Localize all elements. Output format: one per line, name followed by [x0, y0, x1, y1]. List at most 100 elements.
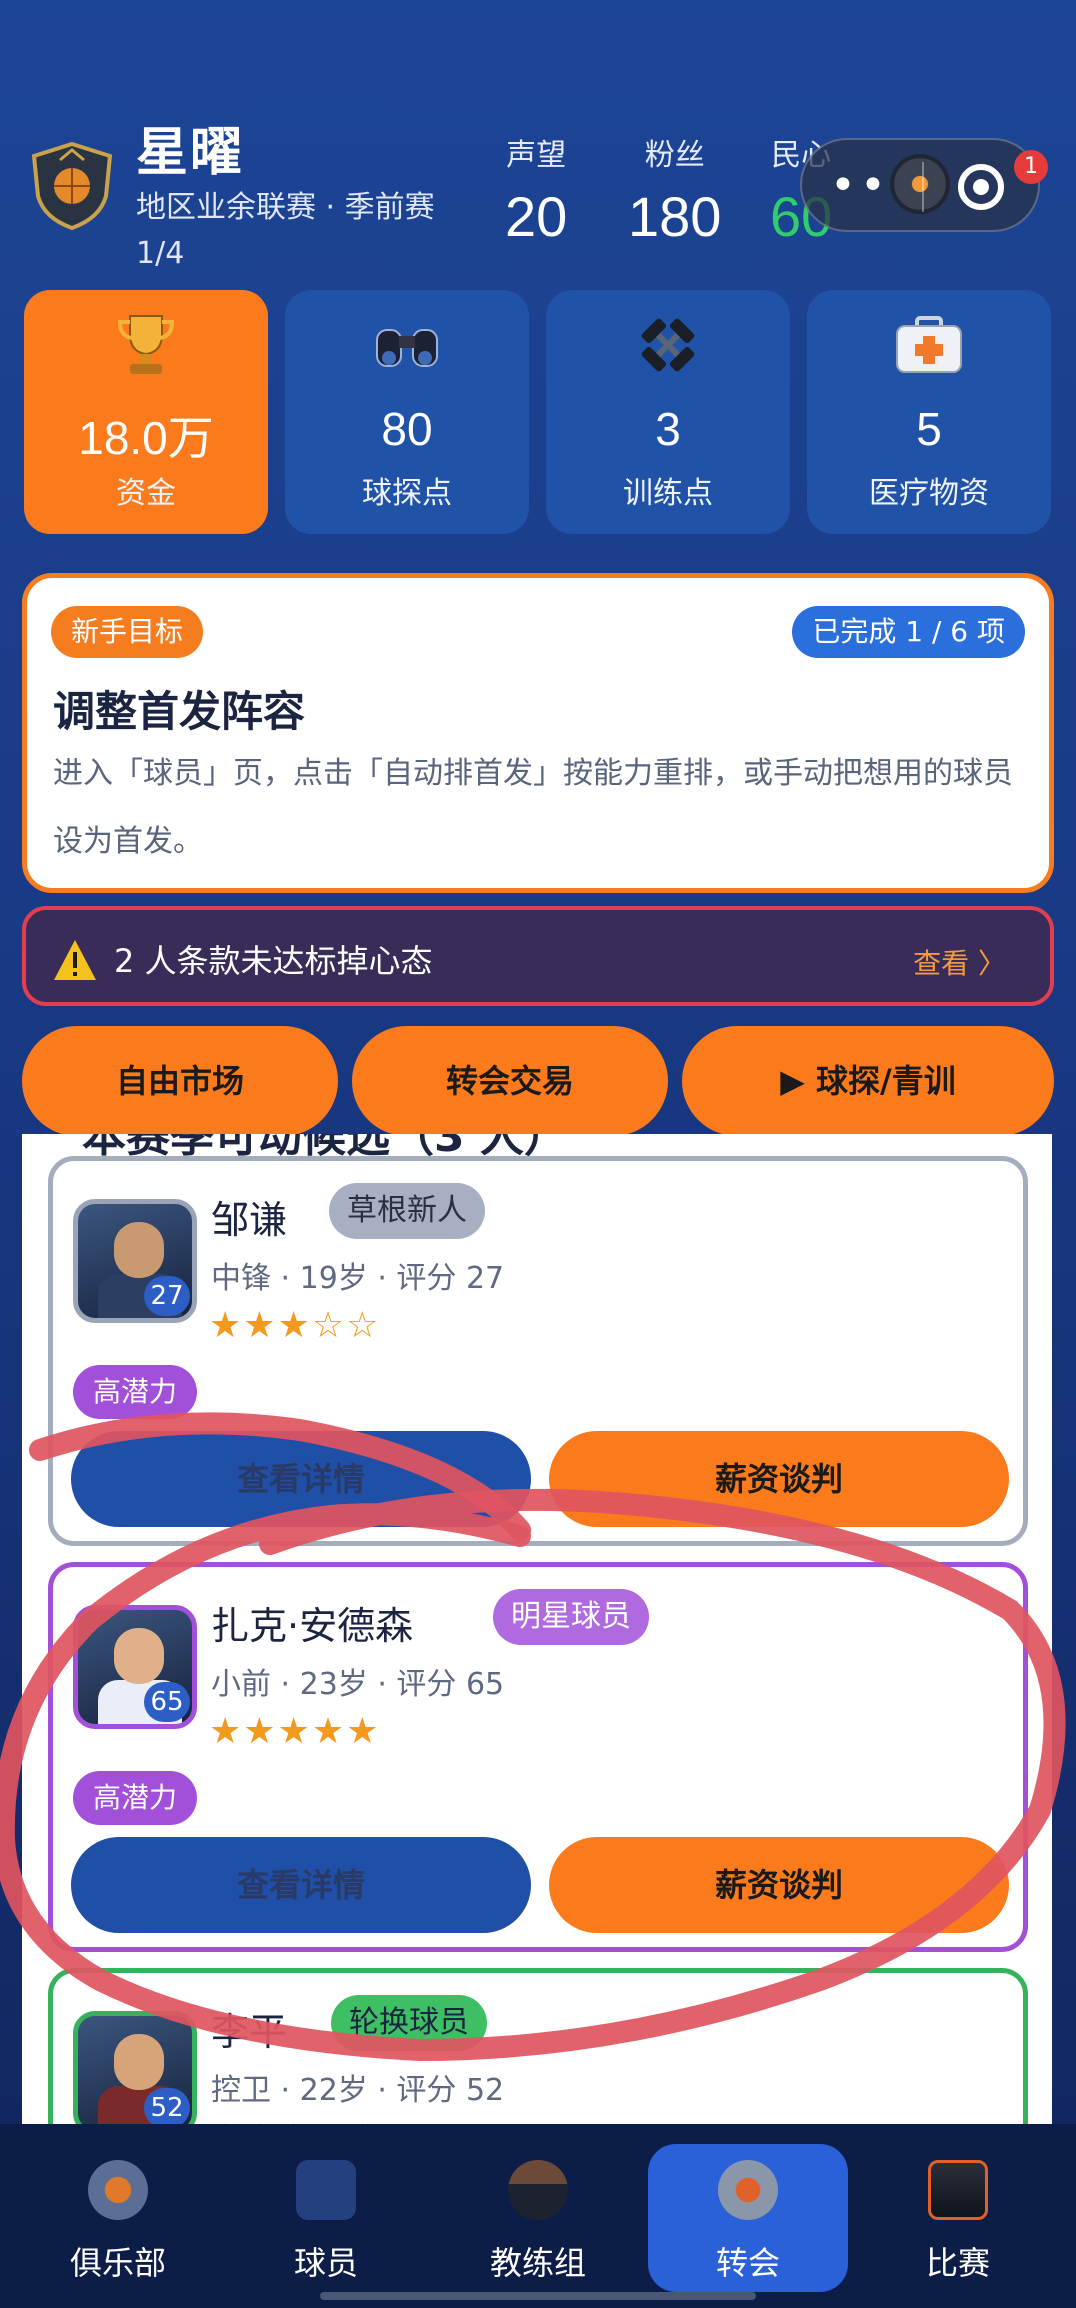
resource-value: 5	[916, 403, 942, 455]
resource-cards: 18.0万 资金 80 球探点 3 训练点 5 医疗物资	[24, 290, 1052, 534]
player-meta: 控卫 · 22岁 · 评分 52	[211, 2065, 504, 2109]
meta-separator: ·	[271, 1667, 300, 1702]
goal-title: 调整首发阵容	[53, 687, 306, 736]
team-name: 星曜	[136, 123, 245, 183]
goal-tag: 新手目标	[51, 606, 204, 658]
resource-label: 训练点	[623, 476, 713, 511]
medkit-icon	[896, 316, 962, 373]
salary-negotiation-button[interactable]: 薪资谈判	[549, 1837, 1009, 1933]
potential-tag: 高潜力	[73, 1365, 198, 1419]
resource-label: 资金	[116, 476, 176, 511]
team-shield-icon	[31, 141, 113, 230]
resource-value: 80	[381, 403, 433, 455]
nav-label: 教练组	[489, 2244, 586, 2282]
stat-value: 20	[505, 185, 568, 248]
notification-badge: 1	[1014, 150, 1048, 184]
candidate-list[interactable]: 本赛季可动候选（3 人） 27 邹谦 草根新人 中锋 · 19岁 · 评分 27…	[22, 1134, 1052, 2124]
newbie-goal-card[interactable]: 新手目标 已完成 1 / 6 项 调整首发阵容 进入「球员」页，点击「自动排首发…	[22, 573, 1054, 893]
nav-match[interactable]: 比赛	[858, 2144, 1058, 2292]
season-round: 1/4	[136, 236, 185, 271]
capsule-divider	[922, 162, 924, 212]
meta-separator: ·	[367, 1261, 397, 1296]
dumbbell-icon	[641, 318, 695, 372]
warning-view-link[interactable]: 查看 〉	[913, 942, 1006, 982]
potential-tag: 高潜力	[73, 1771, 198, 1825]
player-position: 控卫	[211, 2073, 271, 2108]
close-miniprogram-icon[interactable]	[958, 164, 1004, 210]
meta-separator: ·	[271, 2073, 300, 2108]
player-name: 邹谦	[211, 1198, 288, 1242]
player-stars: ★★★★★	[209, 1711, 381, 1752]
binoculars-icon	[376, 329, 438, 367]
home-indicator[interactable]	[320, 2292, 756, 2300]
resource-value: 3	[655, 403, 681, 455]
nav-label: 球员	[293, 2244, 358, 2282]
resource-label: 医疗物资	[869, 476, 989, 511]
tab-transfer-trade[interactable]: 转会交易	[352, 1026, 668, 1136]
settings-gear-icon[interactable]	[890, 154, 950, 214]
stat-reputation: 声望 20	[505, 130, 567, 249]
club-icon	[88, 2160, 148, 2220]
player-rating: 评分 27	[396, 1261, 505, 1296]
resource-scout-points[interactable]: 80 球探点	[285, 290, 529, 534]
resource-training-points[interactable]: 3 训练点	[546, 290, 790, 534]
player-meta: 中锋 · 19岁 · 评分 27	[211, 1253, 504, 1297]
view-details-button[interactable]: 查看详情	[71, 1837, 531, 1933]
resource-funds[interactable]: 18.0万 资金	[24, 290, 268, 534]
meta-separator: ·	[367, 2073, 397, 2108]
nav-label: 比赛	[925, 2244, 990, 2282]
player-meta: 小前 · 23岁 · 评分 65	[211, 1659, 504, 1703]
view-details-button[interactable]: 查看详情	[71, 1431, 531, 1527]
nav-club[interactable]: 俱乐部	[18, 2144, 218, 2292]
player-avatar: 65	[73, 1605, 197, 1729]
player-card[interactable]: 65 扎克·安德森 明星球员 小前 · 23岁 · 评分 65 ★★★★★ 高潜…	[48, 1562, 1028, 1952]
player-name: 李平	[211, 2010, 288, 2054]
player-rating-badge: 65	[144, 1682, 190, 1722]
nav-transfer[interactable]: 转会	[648, 2144, 848, 2292]
nav-coaches[interactable]: 教练组	[438, 2144, 638, 2292]
tab-scout-youth[interactable]: ▶ 球探/青训	[682, 1026, 1054, 1136]
player-rating-badge: 27	[144, 1276, 190, 1316]
player-avatar: 52	[73, 2011, 197, 2124]
league-info: 地区业余联赛 · 季前赛 1/4	[136, 185, 476, 277]
contract-warning-bar[interactable]: 2 人条款未达标掉心态 查看 〉	[22, 906, 1054, 1006]
nav-players[interactable]: 球员	[226, 2144, 426, 2292]
stat-label: 粉丝	[644, 138, 705, 173]
warning-icon	[54, 940, 96, 980]
player-avatar: 27	[73, 1199, 197, 1323]
goal-progress-badge: 已完成 1 / 6 项	[792, 606, 1025, 658]
player-rank-badge: 轮换球员	[331, 1995, 487, 2051]
trophy-icon	[117, 315, 175, 374]
nav-label: 转会	[715, 2244, 780, 2282]
player-stars: ★★★☆☆	[209, 1305, 381, 1346]
player-age: 19岁	[299, 1261, 368, 1296]
bottom-navigation: 俱乐部 球员 教练组 转会 比赛	[0, 2124, 1076, 2308]
team-header: 星曜 地区业余联赛 · 季前赛 1/4 声望 20 粉丝 180 民心 60 •…	[0, 0, 1076, 280]
stat-label: 声望	[506, 138, 567, 173]
salary-negotiation-button[interactable]: 薪资谈判	[549, 1431, 1009, 1527]
meta-separator: ·	[271, 1261, 300, 1296]
player-card[interactable]: 27 邹谦 草根新人 中锋 · 19岁 · 评分 27 ★★★☆☆ 高潜力 查看…	[48, 1156, 1028, 1546]
resource-medical[interactable]: 5 医疗物资	[807, 290, 1051, 534]
stat-fans: 粉丝 180	[628, 130, 721, 249]
player-rank-badge: 草根新人	[329, 1183, 485, 1239]
resource-value: 18.0万	[78, 412, 214, 464]
scoreboard-icon	[928, 2160, 988, 2220]
player-card[interactable]: 52 李平 轮换球员 控卫 · 22岁 · 评分 52 ★★★★★	[48, 1968, 1028, 2124]
jersey-icon	[296, 2160, 356, 2220]
transfer-icon	[718, 2160, 778, 2220]
player-rank-badge: 明星球员	[493, 1589, 649, 1645]
player-rating: 评分 65	[396, 1667, 505, 1702]
meta-separator: ·	[367, 1667, 397, 1702]
resource-label: 球探点	[362, 476, 452, 511]
nav-label: 俱乐部	[69, 2244, 166, 2282]
stat-value: 180	[628, 185, 722, 248]
tab-free-market[interactable]: 自由市场	[22, 1026, 338, 1136]
player-rating: 评分 52	[396, 2073, 505, 2108]
coach-icon	[508, 2160, 568, 2220]
market-tabs: 自由市场 转会交易 ▶ 球探/青训	[22, 1026, 1054, 1136]
league-name: 地区业余联赛 · 季前赛	[136, 190, 435, 225]
goal-description: 进入「球员」页，点击「自动排首发」按能力重排，或手动把想用的球员设为首发。	[53, 756, 1013, 859]
player-rating-badge: 52	[144, 2088, 190, 2124]
warning-text: 2 人条款未达标掉心态	[114, 942, 433, 980]
